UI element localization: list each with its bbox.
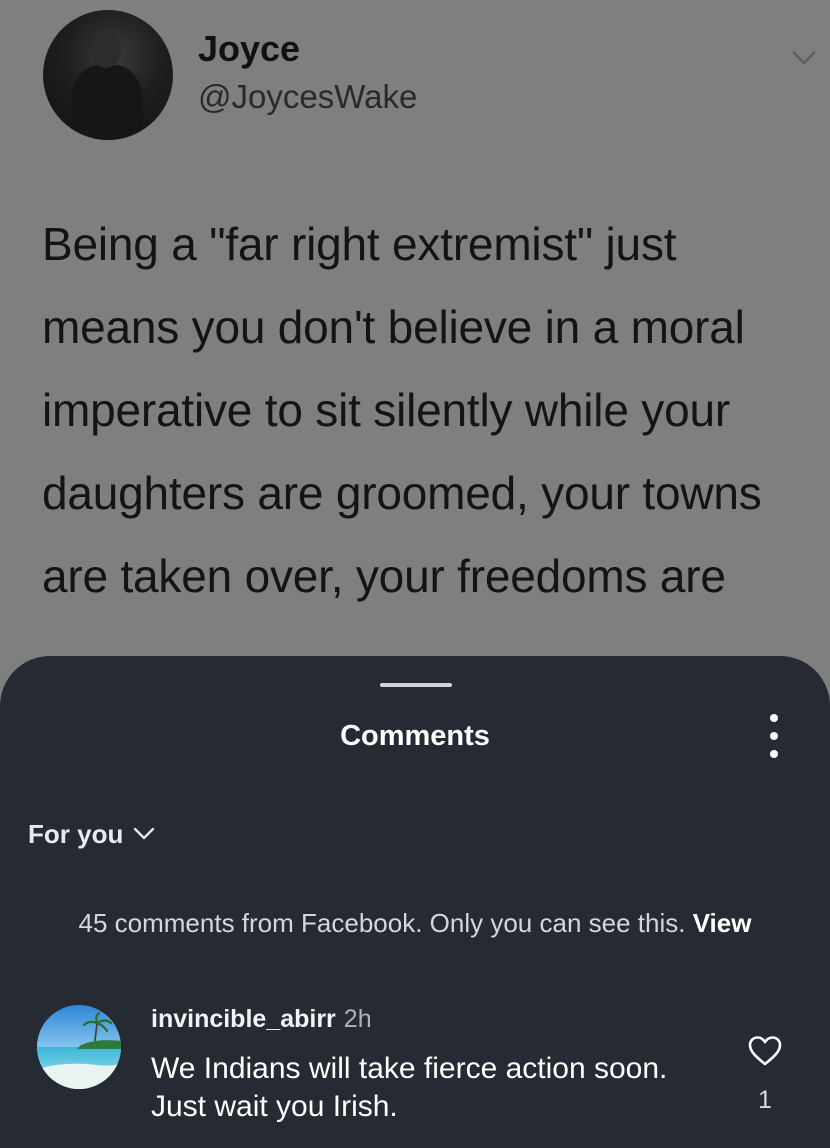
avatar-figure-body xyxy=(71,65,143,140)
tweet-text: Being a "far right extremist" just means… xyxy=(42,218,762,602)
comment-username[interactable]: invincible_abirr xyxy=(151,1005,336,1033)
view-facebook-comments-link[interactable]: View xyxy=(693,908,752,938)
sort-label: For you xyxy=(28,818,124,849)
beach-avatar[interactable] xyxy=(37,1005,121,1089)
facebook-comments-notice: 45 comments from Facebook. Only you can … xyxy=(0,908,830,939)
comment-header: invincible_abirr 2h xyxy=(151,1005,372,1034)
drag-handle[interactable] xyxy=(380,683,452,687)
avatar-figure-head xyxy=(91,32,121,68)
chevron-down-icon xyxy=(134,827,155,840)
author-handle: @JoycesWake xyxy=(198,78,418,115)
author-name: Joyce xyxy=(198,28,301,69)
heart-outline-icon[interactable] xyxy=(747,1035,783,1067)
tweet-preview: Joyce @JoycesWake Being a "far right ext… xyxy=(0,0,830,700)
comments-sheet: Comments For you 45 comments from Facebo… xyxy=(0,656,830,1148)
like-count: 1 xyxy=(758,1086,772,1114)
comment-time: 2h xyxy=(343,1005,372,1033)
vertical-ellipsis-icon xyxy=(770,714,778,722)
facebook-notice-text: 45 comments from Facebook. Only you can … xyxy=(78,908,686,938)
vertical-ellipsis-dot xyxy=(770,750,778,758)
sheet-title: Comments xyxy=(340,720,490,752)
comment-text: We Indians will take fierce action soon.… xyxy=(151,1052,668,1123)
comment-sort-dropdown[interactable]: For you xyxy=(28,818,155,850)
vertical-ellipsis-dot xyxy=(770,732,778,740)
more-options-button[interactable] xyxy=(762,714,786,758)
chevron-down-icon xyxy=(792,51,816,65)
author-avatar xyxy=(43,10,173,140)
